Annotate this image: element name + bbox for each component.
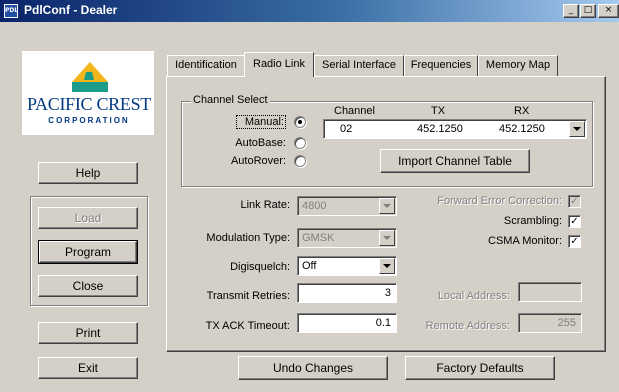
title-bar[interactable]: PDL PdlConf - Dealer _ □ × <box>0 0 619 22</box>
link-rate-label: Link Rate: <box>240 199 290 211</box>
print-button[interactable]: Print <box>38 322 138 344</box>
tab-memory-map[interactable]: Memory Map <box>478 55 558 76</box>
company-logo: PACIFIC CREST CORPORATION <box>22 51 154 135</box>
autorover-radio[interactable] <box>294 155 306 167</box>
digisquelch-value: Off <box>302 260 317 272</box>
manual-label: Manual: <box>236 115 286 129</box>
digisquelch-label: Digisquelch: <box>230 261 290 273</box>
modulation-type-label: Modulation Type: <box>206 232 290 244</box>
link-rate-select[interactable]: 4800 <box>297 196 397 216</box>
minimize-button[interactable]: _ <box>563 4 579 18</box>
tab-identification[interactable]: Identification <box>167 55 245 76</box>
channel-combo[interactable]: 02 452.1250 452.1250 <box>323 119 587 139</box>
load-button[interactable]: Load <box>38 207 138 229</box>
remote-address-label: Remote Address: <box>425 320 510 332</box>
tab-radio-link[interactable]: Radio Link <box>244 52 314 77</box>
modulation-type-value: GMSK <box>302 232 335 244</box>
help-button[interactable]: Help <box>38 162 138 184</box>
logo-subtext: CORPORATION <box>48 116 130 125</box>
rx-column-header: RX <box>514 105 530 117</box>
tab-serial-interface[interactable]: Serial Interface <box>314 55 404 76</box>
fec-label: Forward Error Correction: <box>437 195 562 207</box>
transmit-retries-input[interactable]: 3 <box>297 283 397 303</box>
csma-monitor-label: CSMA Monitor: <box>488 235 562 247</box>
app-icon: PDL <box>4 4 18 18</box>
csma-monitor-checkbox[interactable]: ✓ <box>568 235 581 248</box>
tx-column-header: TX <box>431 105 446 117</box>
remote-address-input[interactable]: 255 <box>518 313 582 333</box>
chevron-down-icon[interactable] <box>379 258 395 274</box>
modulation-type-select[interactable]: GMSK <box>297 228 397 248</box>
rx-frequency: 452.1250 <box>499 123 545 135</box>
program-button[interactable]: Program <box>38 240 138 264</box>
scrambling-checkbox[interactable]: ✓ <box>568 215 581 228</box>
local-address-input[interactable] <box>518 282 582 302</box>
logo-text: PACIFIC CREST <box>27 94 151 114</box>
maximize-button[interactable]: □ <box>580 4 596 18</box>
tx-ack-timeout-label: TX ACK Timeout: <box>205 320 290 332</box>
factory-defaults-button[interactable]: Factory Defaults <box>405 356 555 380</box>
autorover-label: AutoRover: <box>230 155 286 167</box>
autobase-radio[interactable] <box>294 137 306 149</box>
exit-button[interactable]: Exit <box>38 357 138 379</box>
chevron-down-icon[interactable] <box>379 230 395 246</box>
manual-radio[interactable] <box>294 116 306 128</box>
digisquelch-select[interactable]: Off <box>297 256 397 276</box>
chevron-down-icon[interactable] <box>379 198 395 214</box>
channel-column-header: Channel <box>334 105 375 117</box>
autobase-label: AutoBase: <box>235 137 286 149</box>
logo-mark-icon <box>72 62 108 92</box>
undo-changes-button[interactable]: Undo Changes <box>238 356 388 380</box>
tx-ack-timeout-input[interactable]: 0.1 <box>297 313 397 333</box>
transmit-retries-label: Transmit Retries: <box>206 290 290 302</box>
tx-frequency: 452.1250 <box>417 123 463 135</box>
local-address-label: Local Address: <box>437 290 510 302</box>
fec-checkbox[interactable]: ✓ <box>568 195 581 208</box>
channel-select-title: Channel Select <box>191 94 270 106</box>
tab-frequencies[interactable]: Frequencies <box>404 55 478 76</box>
channel-value: 02 <box>340 123 353 135</box>
scrambling-label: Scrambling: <box>503 215 562 227</box>
window-title: PdlConf - Dealer <box>24 3 118 17</box>
chevron-down-icon[interactable] <box>569 121 585 137</box>
close-window-button[interactable]: × <box>598 4 619 18</box>
close-button[interactable]: Close <box>38 275 138 297</box>
import-channel-table-button[interactable]: Import Channel Table <box>380 149 530 173</box>
link-rate-value: 4800 <box>302 200 327 212</box>
